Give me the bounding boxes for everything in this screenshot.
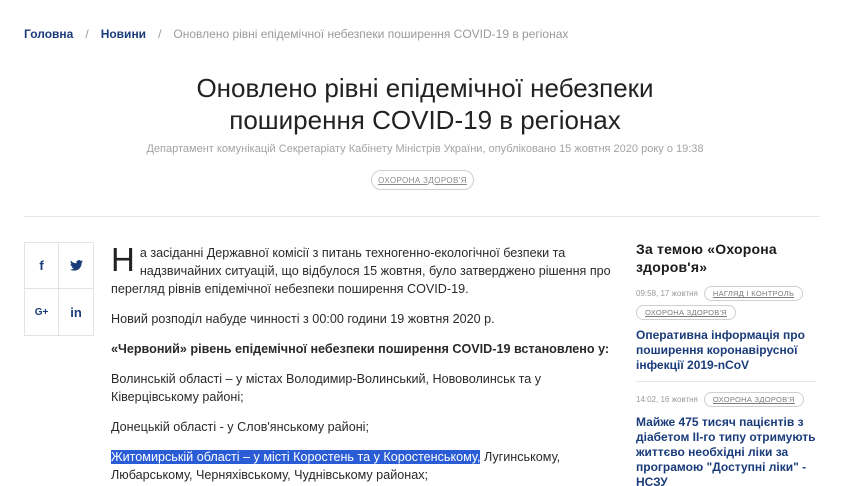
selected-text[interactable]: Житомирській області – у містi Коростень… (111, 450, 481, 464)
topic-tag-button[interactable]: Охорона здоров'я (371, 170, 474, 190)
breadcrumb-separator: / (158, 27, 162, 41)
divider (636, 381, 816, 382)
page-title-line2: поширення COVID-19 в регіонах (229, 105, 621, 135)
news-meta: 14:02, 16 жовтня Охорона здоров'я (636, 392, 816, 407)
breadcrumb: Головна / Новини / Оновлено рівні епідем… (24, 27, 568, 41)
breadcrumb-home-link[interactable]: Головна (24, 27, 73, 41)
news-tag-button[interactable]: Охорона здоров'я (703, 392, 804, 407)
facebook-share-button[interactable]: f (25, 243, 59, 289)
sidebar-title: За темою «Охорона здоров'я» (636, 241, 777, 275)
google-plus-share-button[interactable]: G+ (25, 289, 59, 335)
news-link[interactable]: Оперативна інформація про поширення коро… (636, 328, 816, 373)
page-title-line1: Оновлено рівні епідемічної небезпеки (196, 73, 654, 103)
article-body: На засіданні Державної комісії з питань … (111, 241, 611, 486)
article-paragraph: Волинській області – у містах Володимир-… (111, 372, 542, 404)
news-timestamp: 14:02, 16 жовтня (636, 395, 698, 404)
linkedin-icon: in (70, 304, 82, 320)
breadcrumb-news-link[interactable]: Новини (101, 27, 146, 41)
drop-cap: Н (111, 241, 135, 278)
twitter-icon (69, 260, 83, 271)
facebook-icon: f (39, 258, 44, 273)
page-title: Оновлено рівні епідемічної небезпеки пош… (0, 72, 850, 136)
article-byline: Департамент комунікацій Секретаріату Каб… (146, 143, 704, 155)
breadcrumb-separator: / (85, 27, 89, 41)
share-panel: f G+ in (24, 242, 94, 336)
news-tag-button[interactable]: Охорона здоров'я (636, 305, 737, 320)
news-meta: 09:58, 17 жовтня Нагляд і контроль Охоро… (636, 286, 816, 320)
divider (24, 216, 820, 217)
article-paragraph: На засіданні Державної комісії з питань … (111, 241, 611, 296)
related-news-sidebar: За темою «Охорона здоров'я» 09:58, 17 жо… (636, 240, 816, 486)
twitter-share-button[interactable] (59, 243, 93, 289)
news-link[interactable]: Майже 475 тисяч пацієнтів з діабетом ІІ-… (636, 415, 816, 486)
breadcrumb-current: Оновлено рівні епідемічної небезпеки пош… (173, 27, 569, 41)
news-timestamp: 09:58, 17 жовтня (636, 289, 698, 298)
news-tag-button[interactable]: Нагляд і контроль (703, 286, 804, 301)
article-paragraph: Новий розподіл набуде чинності з 00:00 г… (111, 312, 495, 326)
google-plus-icon: G+ (34, 306, 49, 318)
linkedin-share-button[interactable]: in (59, 289, 93, 335)
article-paragraph-bold: «Червоний» рівень епідемічної небезпеки … (111, 342, 610, 356)
article-paragraph: Житомирській області – у містi Коростень… (111, 450, 561, 482)
article-paragraph: Донецькій області - у Слов'янському райо… (111, 420, 369, 434)
